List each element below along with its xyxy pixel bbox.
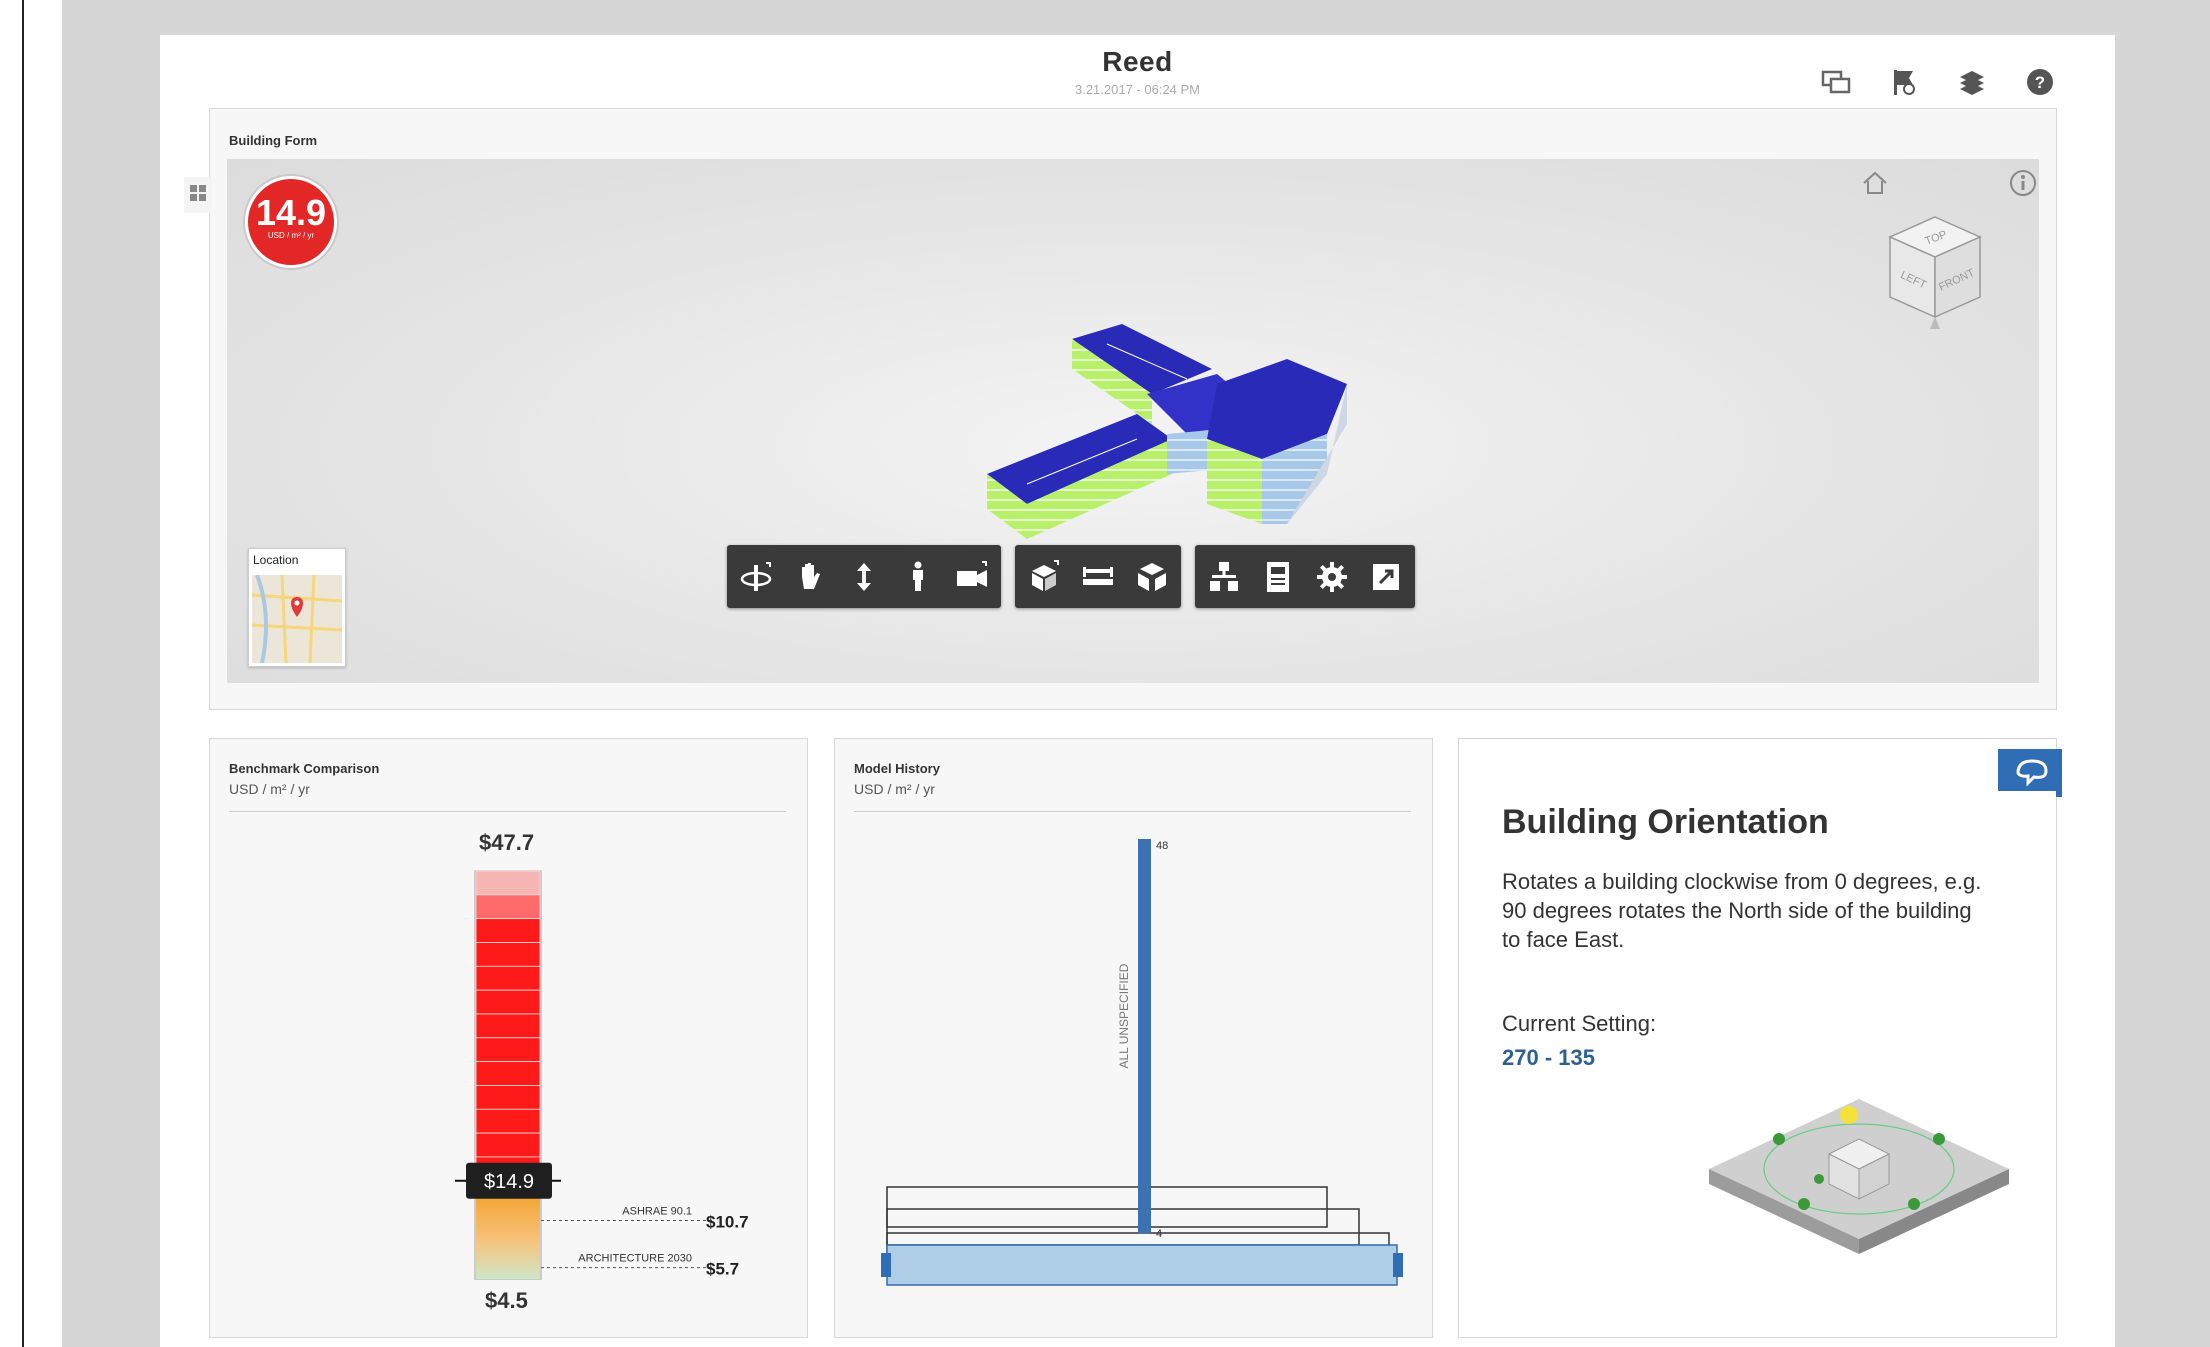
gauge-segment	[475, 1013, 541, 1039]
settings-icon[interactable]	[1313, 558, 1351, 596]
walk-icon[interactable]	[899, 558, 937, 596]
svg-text:?: ?	[2035, 73, 2045, 92]
eui-value: 14.9	[255, 192, 327, 233]
benchmark-marker-value: $10.7	[706, 1212, 749, 1231]
dashboard: Reed 3.21.2017 - 06:24 PM ? Building For…	[160, 35, 2115, 1347]
gauge-segment	[475, 1108, 541, 1134]
gauge-segment	[475, 894, 541, 920]
orientation-title: Building Orientation	[1502, 803, 1829, 841]
location-thumbnail[interactable]: Location	[248, 548, 346, 667]
help-icon[interactable]: ?	[2025, 67, 2055, 97]
model-history-chart: 48 4 ALL UNSPECIFIED	[881, 839, 1403, 1286]
pan-icon[interactable]	[791, 558, 829, 596]
gauge-segment	[475, 1085, 541, 1110]
zoom-icon[interactable]	[845, 558, 883, 596]
gauge-segment	[475, 870, 541, 896]
orientation-description: Rotates a building clockwise from 0 degr…	[1502, 869, 1982, 952]
building-form-title: Building Form	[229, 133, 318, 148]
benchmark-panel: Benchmark Comparison USD / m² / yr $47.7…	[209, 738, 808, 1338]
gauge-segment	[475, 918, 541, 943]
history-bar-label: ALL UNSPECIFIED	[1117, 963, 1131, 1068]
window-left-edge	[22, 0, 24, 1347]
benchmark-marker-value: $5.7	[706, 1260, 739, 1279]
gauge-segment	[475, 1132, 541, 1158]
gauge-segment	[475, 965, 541, 991]
benchmark-current-marker: $14.9	[455, 1162, 561, 1199]
orientation-panel: Building Orientation Rotates a building …	[1458, 738, 2062, 1338]
properties-icon[interactable]	[1259, 558, 1297, 596]
fullscreen-icon[interactable]	[1367, 558, 1405, 596]
info-icon[interactable]	[2008, 168, 2038, 198]
orbit-icon[interactable]	[737, 558, 775, 596]
compare-icon[interactable]	[1821, 67, 1851, 97]
history-range-band[interactable]	[886, 1244, 1398, 1286]
model-tools	[1015, 545, 1181, 608]
explode-icon[interactable]	[1133, 558, 1171, 596]
benchmark-marker-label: ARCHITECTURE 2030	[578, 1253, 692, 1265]
gauge-segment	[475, 942, 541, 967]
gauge-segment	[475, 1061, 541, 1086]
location-label: Location	[253, 553, 299, 567]
eui-badge: 14.9 USD / m² / yr	[245, 176, 337, 268]
model-history-panel: Model History USD / m² / yr 48 4 ALL UNS…	[834, 738, 1433, 1338]
benchmark-marker-label: ASHRAE 90.1	[622, 1205, 692, 1217]
section-box-icon[interactable]	[1025, 558, 1063, 596]
home-icon[interactable]	[1860, 169, 1890, 197]
benchmark-fill	[475, 870, 541, 1279]
camera-icon[interactable]	[953, 558, 991, 596]
range-handle-right[interactable]	[1393, 1253, 1403, 1277]
header-toolbar: ?	[1821, 67, 2055, 97]
building-form-panel: Building Form TOP LEFT FRONT	[209, 108, 2057, 710]
panel-toggle-icon[interactable]	[184, 177, 212, 213]
setting-value: 270 - 135	[1502, 1045, 1595, 1070]
layers-icon[interactable]	[1957, 67, 1987, 97]
model-browser-icon[interactable]	[1205, 558, 1243, 596]
history-bar[interactable]	[1138, 839, 1151, 1234]
location-map	[252, 575, 342, 663]
navigation-tools	[727, 545, 1001, 608]
sun-icon	[1840, 1106, 1858, 1124]
range-handle-left[interactable]	[881, 1253, 891, 1277]
gauge-segment	[475, 989, 541, 1015]
gauge-segment	[475, 1037, 541, 1063]
measure-icon[interactable]	[1079, 558, 1117, 596]
utility-tools	[1195, 545, 1415, 608]
history-bar-bottom-value: 4	[1156, 1228, 1162, 1240]
history-bar-top-value: 48	[1156, 840, 1168, 852]
benchmark-current-value: $14.9	[484, 1171, 534, 1193]
history-outline-1	[886, 1186, 1328, 1228]
benchmark-markers: ASHRAE 90.1 $10.7 ARCHITECTURE 2030 $5.7	[541, 1205, 749, 1279]
flag-icon[interactable]	[1889, 67, 1919, 97]
orientation-illustration	[1709, 1099, 2009, 1254]
view-cube[interactable]: TOP LEFT FRONT	[1875, 207, 1995, 337]
setting-label: Current Setting:	[1502, 1011, 1657, 1036]
benchmark-gauge: ASHRAE 90.1 $10.7 ARCHITECTURE 2030 $5.7 $1…	[455, 870, 749, 1280]
viewer-toolbar	[727, 545, 1415, 608]
feedback-tab-icon[interactable]	[1998, 749, 2066, 801]
